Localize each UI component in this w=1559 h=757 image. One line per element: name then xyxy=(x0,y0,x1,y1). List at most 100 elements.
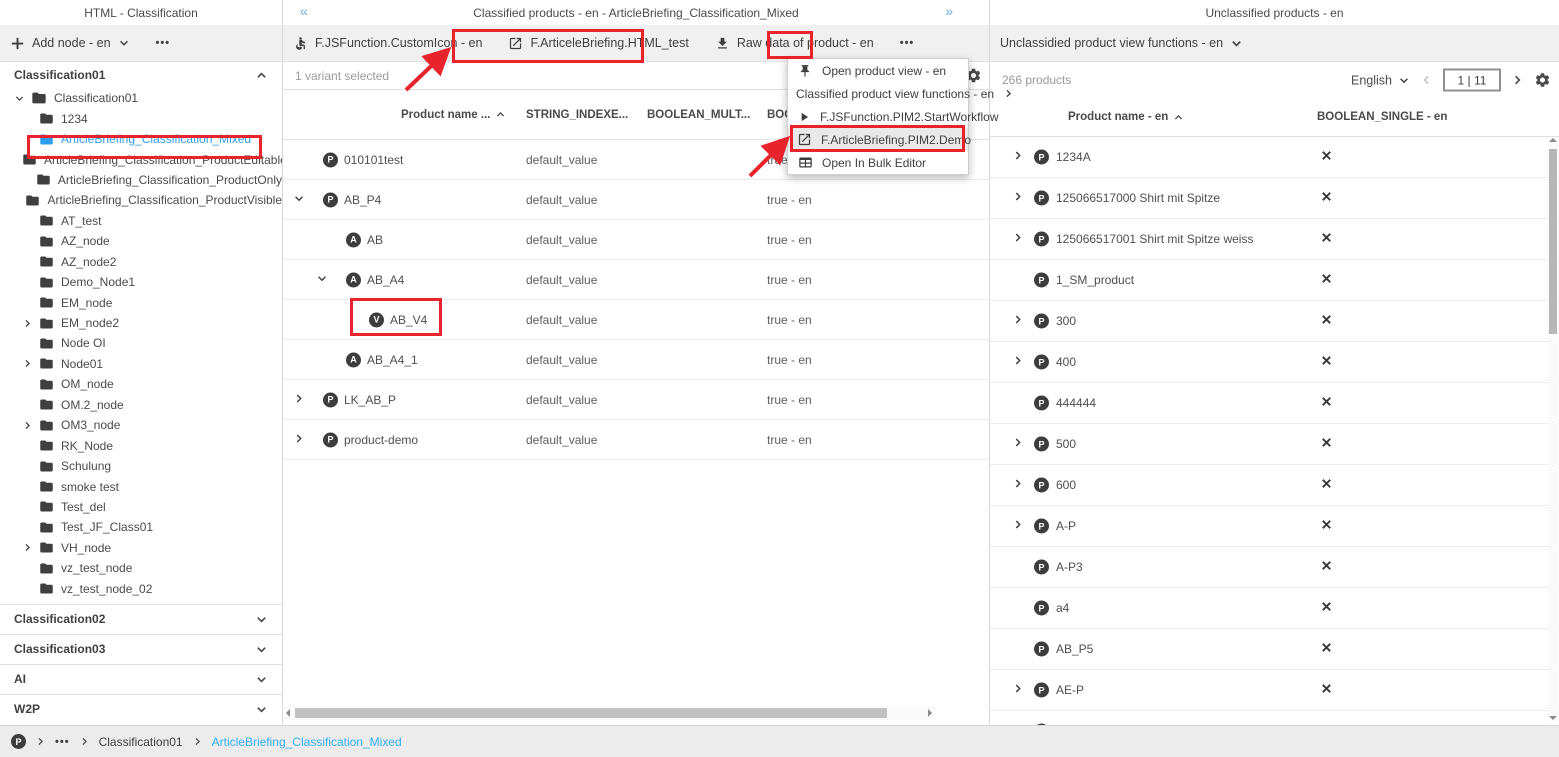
table-row-600[interactable]: P600 xyxy=(990,465,1559,506)
table-row-125066517000-shirt-mit-spitze[interactable]: P125066517000 Shirt mit Spitze xyxy=(990,178,1559,219)
chevron-right-icon[interactable] xyxy=(293,432,305,447)
collapse-left-icon[interactable]: « xyxy=(300,3,308,19)
tree-node-at_test[interactable]: AT_test xyxy=(0,211,282,231)
toolbar-button--[interactable]: ••• xyxy=(900,37,915,49)
horizontal-scrollbar[interactable] xyxy=(285,706,935,720)
table-row-ab-p5[interactable]: PAB_P5 xyxy=(990,629,1559,670)
tree-node-test_del[interactable]: Test_del xyxy=(0,497,282,517)
chevron-right-icon[interactable] xyxy=(293,392,305,407)
chevron-right-icon[interactable] xyxy=(1012,191,1024,206)
table-row-a-p3[interactable]: PA-P3 xyxy=(990,547,1559,588)
menu-item-open-product-view-en[interactable]: Open product view - en xyxy=(788,59,968,82)
table-row-1234a[interactable]: P1234A xyxy=(990,137,1559,178)
tree-node-1234[interactable]: 1234 xyxy=(0,108,282,128)
tree-node-demo_node1[interactable]: Demo_Node1 xyxy=(0,272,282,292)
breadcrumb-current-node[interactable]: ArticleBriefing_Classification_Mixed xyxy=(212,735,402,749)
tree-node-om_node[interactable]: OM_node xyxy=(0,374,282,394)
chevron-right-icon[interactable] xyxy=(1012,437,1024,452)
horizontal-scrollbar-thumb[interactable] xyxy=(295,708,887,718)
table-row-ab_p4[interactable]: PAB_P4default_valuetrue - en xyxy=(283,180,989,220)
chevron-right-icon[interactable] xyxy=(1012,683,1024,698)
tree-node-test_jf_class01[interactable]: Test_JF_Class01 xyxy=(0,517,282,537)
table-row-lk_ab_p[interactable]: PLK_AB_Pdefault_valuetrue - en xyxy=(283,380,989,420)
tree-node-classification01[interactable]: Classification01 xyxy=(0,88,282,108)
chevron-right-icon[interactable] xyxy=(1012,355,1024,370)
tree-node-schulung[interactable]: Schulung xyxy=(0,456,282,476)
left-more-button[interactable]: ••• xyxy=(156,37,171,49)
tree-node-az_node2[interactable]: AZ_node2 xyxy=(0,252,282,272)
tree-node-em_node[interactable]: EM_node xyxy=(0,292,282,312)
scroll-left-arrow-icon[interactable] xyxy=(286,709,290,717)
toolbar-button-raw-data-of-product-en[interactable]: Raw data of product - en xyxy=(715,36,874,51)
tree-node-om.2_node[interactable]: OM.2_node xyxy=(0,395,282,415)
chevron-right-icon[interactable] xyxy=(22,542,39,553)
language-selector[interactable]: English xyxy=(1351,73,1410,87)
column-header-2[interactable]: BOOLEAN_SINGLE - en xyxy=(1317,111,1447,123)
table-row-ab_a4[interactable]: AAB_A4default_valuetrue - en xyxy=(283,260,989,300)
toolbar-button-f-articelebriefing-html-test[interactable]: F.ArticeleBriefing.HTML_test xyxy=(508,36,688,51)
chevron-right-icon[interactable] xyxy=(1012,232,1024,247)
product-root-icon[interactable]: P xyxy=(11,734,26,749)
chevron-right-icon[interactable] xyxy=(22,420,39,431)
chevron-down-icon[interactable] xyxy=(293,192,305,207)
menu-item-classified-product-view-functions-en[interactable]: Classified product view functions - en xyxy=(788,82,968,105)
table-row-a4[interactable]: Pa4 xyxy=(990,588,1559,629)
tree-section-w2p[interactable]: W2P xyxy=(0,694,282,724)
breadcrumb-ellipsis[interactable]: ••• xyxy=(55,736,70,748)
column-header-1[interactable]: Product name - en xyxy=(1068,111,1184,123)
column-header-3[interactable]: BOOLEAN_MULT... xyxy=(647,109,750,121)
table-row-500[interactable]: P500 xyxy=(990,424,1559,465)
scroll-down-arrow-icon[interactable] xyxy=(1549,716,1557,720)
column-header-2[interactable]: STRING_INDEXE... xyxy=(526,109,628,121)
table-row-anv-p[interactable]: PANV-P xyxy=(990,711,1559,725)
table-row-ab_a4_1[interactable]: AAB_A4_1default_valuetrue - en xyxy=(283,340,989,380)
tree-node-articlebriefing_classification_mixed[interactable]: ArticleBriefing_Classification_Mixed xyxy=(0,129,282,149)
tree-node-articlebriefing_classification_producteditable[interactable]: ArticleBriefing_Classification_ProductEd… xyxy=(0,149,282,169)
page-indicator[interactable]: 1 | 11 xyxy=(1443,69,1501,92)
chevron-right-icon[interactable] xyxy=(22,358,39,369)
chevron-right-icon[interactable] xyxy=(22,318,39,329)
tree-node-smoke-test[interactable]: smoke test xyxy=(0,476,282,496)
table-row-ab[interactable]: AABdefault_valuetrue - en xyxy=(283,220,989,260)
menu-item-open-in-bulk-editor[interactable]: Open In Bulk Editor xyxy=(788,151,968,174)
chevron-right-icon[interactable] xyxy=(1012,150,1024,165)
tree-node-node01[interactable]: Node01 xyxy=(0,354,282,374)
tree-node-articlebriefing_classification_productvisible[interactable]: ArticleBriefing_Classification_ProductVi… xyxy=(0,190,282,210)
collapse-right-icon[interactable]: » xyxy=(945,3,953,19)
scroll-right-arrow-icon[interactable] xyxy=(928,709,932,717)
add-node-button[interactable]: Add node - en xyxy=(10,36,130,51)
tree-node-vz_test_node_02[interactable]: vz_test_node_02 xyxy=(0,579,282,599)
chevron-down-icon[interactable] xyxy=(316,272,328,287)
table-row-product-demo[interactable]: Pproduct-demodefault_valuetrue - en xyxy=(283,420,989,460)
chevron-right-icon[interactable] xyxy=(1012,314,1024,329)
unclassified-view-functions-button[interactable]: Unclassidied product view functions - en xyxy=(1000,36,1243,50)
chevron-down-icon[interactable] xyxy=(14,93,31,104)
tree-section-Classification01[interactable]: Classification01 xyxy=(0,62,282,88)
tree-node-vh_node[interactable]: VH_node xyxy=(0,538,282,558)
tree-section-classification03[interactable]: Classification03 xyxy=(0,634,282,664)
chevron-right-icon[interactable] xyxy=(1012,519,1024,534)
tree-section-classification02[interactable]: Classification02 xyxy=(0,604,282,634)
tree-node-om3_node[interactable]: OM3_node xyxy=(0,415,282,435)
column-header-1[interactable]: Product name ... xyxy=(401,109,506,121)
table-row-ab_v4[interactable]: VAB_V4default_valuetrue - en xyxy=(283,300,989,340)
chevron-right-icon[interactable] xyxy=(1012,478,1024,493)
tree-node-vz_test_node[interactable]: vz_test_node xyxy=(0,558,282,578)
tree-section-ai[interactable]: AI xyxy=(0,664,282,694)
vertical-scrollbar[interactable] xyxy=(1548,137,1558,721)
tree-node-rk_node[interactable]: RK_Node xyxy=(0,435,282,455)
tree-node-az_node[interactable]: AZ_node xyxy=(0,231,282,251)
settings-gear-icon[interactable] xyxy=(1534,72,1551,89)
table-row-400[interactable]: P400 xyxy=(990,342,1559,383)
tree-node-em_node2[interactable]: EM_node2 xyxy=(0,313,282,333)
table-row-a-p[interactable]: PA-P xyxy=(990,506,1559,547)
table-row-444444[interactable]: P444444 xyxy=(990,383,1559,424)
next-page-button[interactable] xyxy=(1511,74,1524,87)
prev-page-button[interactable] xyxy=(1420,74,1433,87)
table-row-1-sm-product[interactable]: P1_SM_product xyxy=(990,260,1559,301)
table-row-125066517001-shirt-mit-spitze-weiss[interactable]: P125066517001 Shirt mit Spitze weiss xyxy=(990,219,1559,260)
scroll-up-arrow-icon[interactable] xyxy=(1549,138,1557,142)
vertical-scrollbar-thumb[interactable] xyxy=(1549,149,1557,334)
tree-node-articlebriefing_classification_productonly[interactable]: ArticleBriefing_Classification_ProductOn… xyxy=(0,170,282,190)
table-row-300[interactable]: P300 xyxy=(990,301,1559,342)
